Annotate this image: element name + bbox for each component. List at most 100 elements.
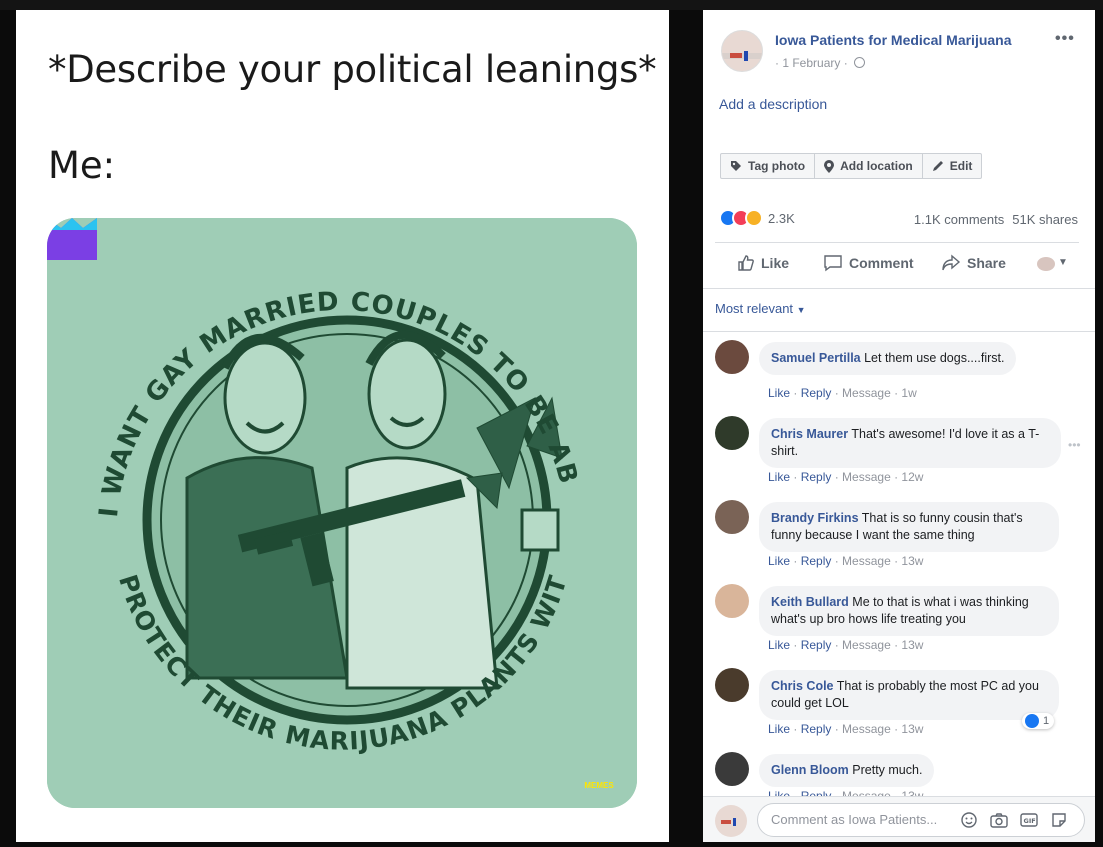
comment-icon — [824, 255, 842, 272]
post-meta: · 1 February · — [775, 56, 866, 70]
share-as-avatar[interactable] — [1037, 257, 1055, 271]
share-arrow-icon — [942, 254, 961, 271]
comment-reply-link[interactable]: Reply — [801, 554, 832, 568]
commenter-avatar[interactable] — [715, 416, 749, 450]
page-name-link[interactable]: Iowa Patients for Medical Marijuana — [775, 32, 1012, 48]
comment-like-badge[interactable]: 1 — [1022, 713, 1055, 729]
compose-icons: GIF — [959, 810, 1069, 830]
comments-count-link[interactable]: 1.1K comments — [914, 212, 1004, 227]
top-strip — [0, 0, 1103, 10]
comment-like-link[interactable]: Like — [768, 386, 790, 400]
emoji-icon[interactable] — [959, 810, 979, 830]
page-avatar[interactable] — [721, 30, 763, 72]
comment-time[interactable]: 12w — [901, 470, 923, 484]
comment-bubble: Chris Maurer That's awesome! I'd love it… — [759, 418, 1061, 468]
commenter-avatar[interactable] — [715, 340, 749, 374]
comment-compose-bar: Comment as Iowa Patients... GIF — [703, 796, 1095, 842]
comment-like-link[interactable]: Like — [768, 554, 790, 568]
haha-reaction-icon — [745, 209, 763, 227]
commenter-avatar[interactable] — [715, 668, 749, 702]
chevron-down-icon[interactable]: ▼ — [1058, 257, 1068, 268]
comment-time[interactable]: 1w — [901, 386, 916, 400]
share-button[interactable]: Share — [941, 254, 1006, 272]
like-button[interactable]: Like — [737, 254, 789, 272]
gif-icon[interactable]: GIF — [1019, 810, 1039, 830]
comment-author[interactable]: Keith Bullard — [771, 595, 849, 609]
photo-panel[interactable]: *Describe your political leanings* Me: I… — [16, 10, 669, 842]
meme-caption: *Describe your political leanings* — [48, 48, 657, 91]
comment-bubble: Chris Cole That is probably the most PC … — [759, 670, 1059, 720]
like-reaction-icon — [1025, 714, 1039, 728]
edit-button[interactable]: Edit — [923, 154, 982, 178]
comment-actions: Like · Reply · Message · 13w — [768, 638, 924, 652]
tag-icon — [731, 161, 741, 171]
globe-icon — [854, 57, 866, 68]
memes-watermark: MEMES — [584, 781, 614, 790]
location-pin-icon — [824, 159, 835, 173]
comment-bubble: Samuel Pertilla Let them use dogs....fir… — [759, 342, 1017, 375]
comment-text: Let them use dogs....first. — [864, 351, 1005, 365]
comment-time[interactable]: 13w — [901, 722, 923, 736]
comment-sort-dropdown[interactable]: Most relevant ▼ — [715, 301, 806, 316]
meme-me-label: Me: — [48, 144, 116, 187]
comment-message-link[interactable]: Message — [842, 470, 891, 484]
comment-text: Pretty much. — [852, 763, 923, 777]
post-sidebar: Iowa Patients for Medical Marijuana · 1 … — [703, 10, 1095, 842]
svg-text:GIF: GIF — [1024, 817, 1036, 825]
comment-bubble: Glenn Bloom Pretty much. — [759, 754, 935, 787]
post-stats: 1.1K comments 51K shares — [906, 212, 1078, 227]
more-options-icon[interactable]: ••• — [1055, 30, 1075, 48]
comment-author[interactable]: Chris Cole — [771, 679, 834, 693]
comment-author[interactable]: Samuel Pertilla — [771, 351, 861, 365]
photo-action-row: Tag photo Add location Edit — [720, 153, 983, 179]
comment-like-link[interactable]: Like — [768, 722, 790, 736]
comment-message-link[interactable]: Message — [842, 722, 891, 736]
camera-icon[interactable] — [989, 810, 1009, 830]
photo-viewer: *Describe your political leanings* Me: I… — [0, 0, 1103, 847]
divider — [703, 331, 1095, 332]
comment-actions: Like · Reply · Message · 13w — [768, 554, 924, 568]
comment-reply-link[interactable]: Reply — [801, 386, 832, 400]
divider — [715, 242, 1079, 243]
comment-reply-link[interactable]: Reply — [801, 722, 832, 736]
comment-bubble: Keith Bullard Me to that is what i was t… — [759, 586, 1059, 636]
divider — [703, 288, 1095, 289]
comment-bubble: Brandy Firkins That is so funny cousin t… — [759, 502, 1059, 552]
comment-time[interactable]: 13w — [901, 554, 923, 568]
memes-logo-icon — [47, 218, 97, 260]
thumbs-up-icon — [738, 255, 754, 271]
commenter-avatar[interactable] — [715, 500, 749, 534]
comment-author[interactable]: Brandy Firkins — [771, 511, 859, 525]
comment-button[interactable]: Comment — [823, 254, 914, 272]
shirt-graphic: I WANT GAY MARRIED COUPLES TO BE ABLE TO… — [47, 218, 637, 808]
post-date[interactable]: 1 February — [782, 56, 840, 70]
comment-reply-link[interactable]: Reply — [801, 470, 832, 484]
caret-down-icon: ▼ — [796, 305, 806, 315]
add-description-link[interactable]: Add a description — [719, 96, 827, 112]
comment-author[interactable]: Glenn Bloom — [771, 763, 849, 777]
comment-like-link[interactable]: Like — [768, 638, 790, 652]
pencil-icon — [932, 161, 943, 171]
compose-avatar — [715, 805, 747, 837]
commenter-avatar[interactable] — [715, 752, 749, 786]
commenter-avatar[interactable] — [715, 584, 749, 618]
comment-message-link[interactable]: Message — [842, 638, 891, 652]
reactions-summary[interactable]: 2.3K — [719, 209, 795, 227]
comment-message-link[interactable]: Message — [842, 386, 891, 400]
post-actions-bar: Like Comment Share ▼ — [703, 254, 1095, 276]
comment-actions: Like · Reply · Message · 12w — [768, 470, 924, 484]
comment-more-icon[interactable]: ••• — [1068, 438, 1081, 452]
comment-time[interactable]: 13w — [901, 638, 923, 652]
comment-like-link[interactable]: Like — [768, 470, 790, 484]
comment-author[interactable]: Chris Maurer — [771, 427, 848, 441]
shares-count-link[interactable]: 51K shares — [1012, 212, 1078, 227]
reaction-count: 2.3K — [768, 210, 795, 226]
shirt-illustration: I WANT GAY MARRIED COUPLES TO BE ABLE TO… — [47, 218, 637, 808]
comment-actions: Like · Reply · Message · 13w — [768, 722, 924, 736]
sticker-icon[interactable] — [1049, 810, 1069, 830]
add-location-button[interactable]: Add location — [815, 154, 923, 178]
comment-actions: Like · Reply · Message · 1w — [768, 386, 917, 400]
tag-photo-button[interactable]: Tag photo — [721, 154, 816, 178]
comment-message-link[interactable]: Message — [842, 554, 891, 568]
comment-reply-link[interactable]: Reply — [801, 638, 832, 652]
